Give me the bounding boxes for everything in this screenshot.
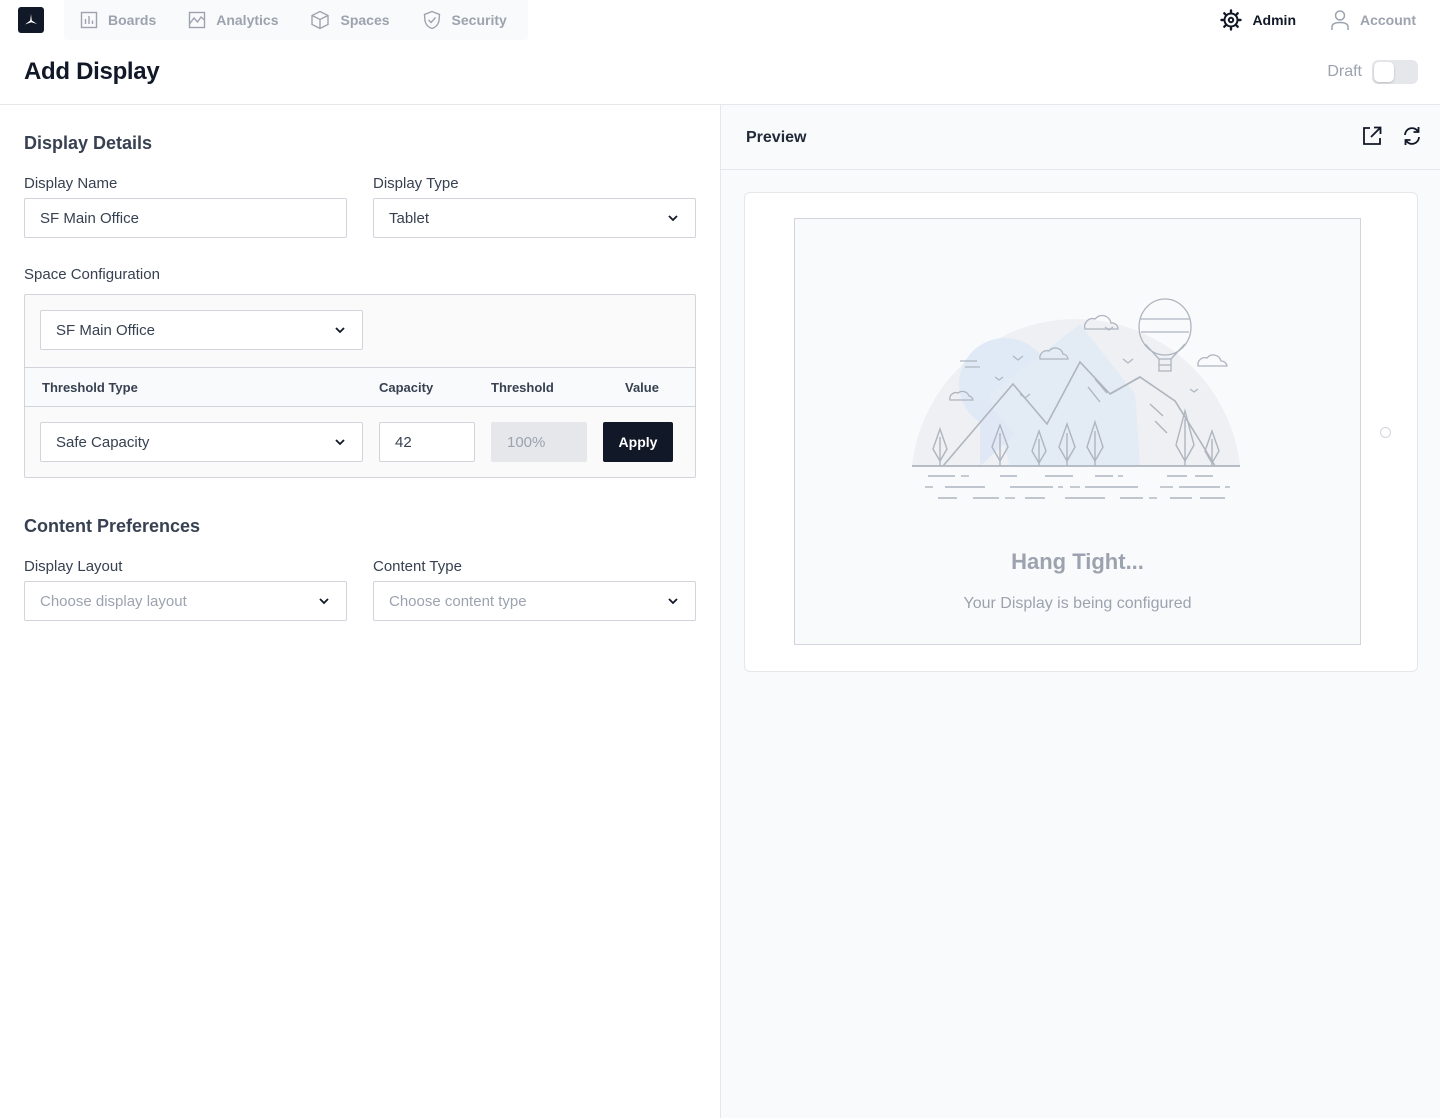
apply-button[interactable]: Apply: [603, 422, 673, 462]
nav-tab-boards[interactable]: Boards: [64, 0, 172, 40]
space-config-label: Space Configuration: [24, 266, 160, 283]
display-name-value: SF Main Office: [40, 209, 139, 227]
chevron-down-icon: [319, 598, 329, 605]
nav-admin-label: Admin: [1252, 12, 1296, 28]
cube-icon: [311, 10, 330, 30]
threshold-type-select[interactable]: Safe Capacity: [40, 422, 363, 462]
tablet-home-button: [1380, 427, 1391, 438]
chevron-down-icon: [668, 598, 678, 605]
nav-tab-label: Analytics: [216, 12, 279, 28]
user-icon: [1331, 10, 1349, 30]
display-layout-placeholder: Choose display layout: [40, 592, 187, 610]
open-external-button[interactable]: [1361, 125, 1383, 147]
threshold-value: 100%: [507, 433, 546, 451]
logo-icon: [25, 14, 37, 25]
external-link-icon: [1363, 126, 1382, 145]
column-header-threshold: Threshold: [491, 380, 554, 395]
content-type-placeholder: Choose content type: [389, 592, 527, 610]
tablet-frame: Hang Tight... Your Display is being conf…: [744, 192, 1418, 672]
display-type-select[interactable]: Tablet: [373, 198, 696, 238]
preview-panel: Preview Hang Tight... Your Display is be…: [720, 105, 1440, 1118]
nav-tab-label: Spaces: [340, 12, 390, 28]
column-header-value: Value: [625, 380, 659, 395]
preview-title: Preview: [746, 129, 807, 146]
content-type-label: Content Type: [373, 558, 462, 575]
refresh-button[interactable]: [1401, 125, 1423, 147]
nav-right: Admin Account: [1186, 0, 1416, 40]
space-select[interactable]: SF Main Office: [40, 310, 363, 350]
bar-chart-icon: [80, 11, 98, 29]
display-layout-label: Display Layout: [24, 558, 123, 575]
threshold-type-value: Safe Capacity: [56, 433, 150, 451]
display-name-field[interactable]: SF Main Office: [24, 198, 347, 238]
display-name-label: Display Name: [24, 175, 118, 192]
display-details-title: Display Details: [24, 133, 153, 153]
nav-admin[interactable]: Admin: [1220, 9, 1296, 31]
hang-tight-subheading: Your Display is being configured: [963, 595, 1192, 612]
draft-toggle[interactable]: [1372, 60, 1418, 84]
draft-toggle-group: Draft: [1327, 60, 1418, 84]
chevron-down-icon: [335, 439, 345, 446]
preview-header: Preview: [721, 105, 1440, 170]
chevron-down-icon: [668, 215, 678, 222]
content-preferences-title: Content Preferences: [24, 516, 201, 536]
preview-actions: [1343, 125, 1423, 147]
refresh-icon: [1404, 127, 1420, 145]
display-layout-select[interactable]: Choose display layout: [24, 581, 347, 621]
shield-icon: [423, 10, 440, 30]
nav-tab-security[interactable]: Security: [406, 0, 523, 40]
page-title: Add Display: [24, 58, 160, 85]
column-header-capacity: Capacity: [379, 380, 434, 395]
nav-account[interactable]: Account: [1330, 9, 1416, 31]
space-select-value: SF Main Office: [56, 321, 155, 339]
gear-icon: [1220, 9, 1243, 31]
mountain-illustration: [912, 298, 1240, 499]
content-type-select[interactable]: Choose content type: [373, 581, 696, 621]
top-nav: Boards Analytics Spaces Security Admin A…: [0, 0, 1440, 40]
chevron-down-icon: [335, 327, 345, 334]
nav-tab-spaces[interactable]: Spaces: [294, 0, 405, 40]
toggle-knob: [1374, 62, 1394, 82]
threshold-table-header: Threshold Type Capacity Threshold Value: [25, 367, 695, 407]
display-type-value: Tablet: [389, 209, 430, 227]
form-panel: Display Details Display Name SF Main Off…: [0, 105, 720, 1118]
column-header-threshold-type: Threshold Type: [42, 380, 138, 395]
app-logo[interactable]: [18, 7, 44, 33]
nav-tab-analytics[interactable]: Analytics: [172, 0, 294, 40]
nav-tab-label: Boards: [108, 12, 157, 28]
nav-account-label: Account: [1360, 12, 1416, 28]
draft-label: Draft: [1327, 63, 1362, 80]
capacity-value: 42: [395, 433, 412, 451]
nav-tabs: Boards Analytics Spaces Security: [64, 0, 528, 40]
line-chart-icon: [189, 11, 206, 29]
tablet-screen: Hang Tight... Your Display is being conf…: [794, 218, 1361, 645]
hang-tight-heading: Hang Tight...: [1011, 549, 1144, 574]
capacity-input[interactable]: 42: [379, 422, 475, 462]
nav-tab-label: Security: [451, 12, 507, 28]
threshold-input: 100%: [491, 422, 587, 462]
space-config-box: SF Main Office Threshold Type Capacity T…: [24, 294, 696, 478]
display-type-label: Display Type: [373, 175, 459, 192]
